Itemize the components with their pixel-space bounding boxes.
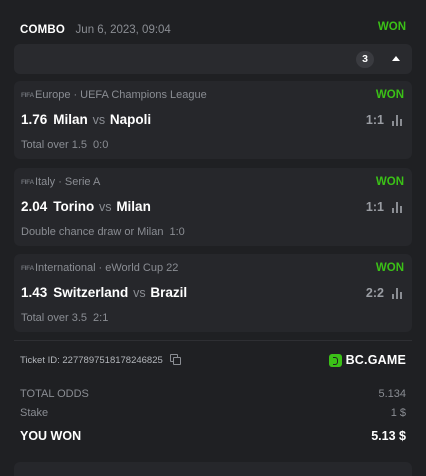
bet-datetime: Jun 6, 2023, 09:04 — [75, 24, 171, 36]
stats-chart-icon[interactable] — [392, 288, 404, 299]
market-result: 1:0 — [169, 226, 185, 238]
stats-chart-icon[interactable] — [392, 202, 404, 213]
brand-mark-icon — [328, 353, 342, 367]
market-label: Total over 1.5 — [21, 139, 88, 151]
fifa-icon: FIFA — [21, 92, 34, 99]
copy-icon[interactable] — [170, 354, 182, 365]
market-result: 2:1 — [93, 312, 109, 324]
payout-value: 5.13 $ — [371, 429, 406, 443]
brand-name: BC.GAME — [345, 353, 406, 367]
selections-count-badge: 3 — [356, 51, 374, 68]
stake-value: 1 $ — [390, 407, 406, 419]
vs-label: vs — [92, 113, 106, 127]
away-team: Milan — [116, 199, 151, 214]
league-label[interactable]: eWorld Cup 22 — [105, 262, 178, 274]
market-selection: Double chance draw or Milan 1:0 — [21, 226, 185, 238]
away-team: Brazil — [150, 285, 188, 300]
stake-label: Stake — [20, 407, 49, 419]
league-path: FIFAInternational · eWorld Cup 22 — [21, 262, 178, 274]
chevron-up-icon[interactable] — [392, 56, 400, 61]
vs-label: vs — [133, 286, 146, 300]
selections-toggle[interactable]: 3 — [14, 44, 412, 74]
stake-row: Stake 1 $ — [20, 407, 406, 423]
brand-logo: BC.GAME — [328, 352, 406, 368]
total-odds-value: 5.134 — [378, 388, 406, 400]
bet-status-badge: WON — [377, 21, 406, 33]
separator-dot: · — [98, 262, 103, 274]
league-path: FIFAItaly · Serie A — [21, 176, 100, 188]
market-label: Total over 3.5 — [21, 312, 88, 324]
region-label[interactable]: International — [35, 262, 96, 274]
region-label[interactable]: Europe — [35, 89, 70, 101]
separator-dot: · — [73, 89, 78, 101]
total-odds-label: TOTAL ODDS — [20, 388, 89, 400]
odds-value: 2.04 — [21, 199, 48, 214]
fifa-icon: FIFA — [21, 179, 34, 186]
bet-item: FIFAEurope · UEFA Champions League WON 1.7… — [14, 81, 412, 159]
region-label[interactable]: Italy — [35, 176, 55, 188]
away-team: Napoli — [109, 112, 152, 127]
match-teams[interactable]: 2.04 Torino vs Milan — [21, 199, 151, 214]
separator-dot: · — [58, 176, 62, 188]
match-score: 2:2 — [365, 286, 384, 300]
match-teams[interactable]: 1.76 Milan vs Napoli — [21, 112, 151, 127]
payout-row: YOU WON 5.13 $ — [20, 429, 406, 445]
league-label[interactable]: Serie A — [65, 176, 100, 188]
bet-type-label: COMBO — [20, 24, 66, 36]
home-team: Torino — [53, 199, 95, 214]
bet-item-status: WON — [375, 262, 404, 274]
home-team: Switzerland — [53, 285, 129, 300]
total-odds-row: TOTAL ODDS 5.134 — [20, 388, 406, 404]
bet-item: FIFAItaly · Serie A WON 2.04 Torino vs Mila… — [14, 168, 412, 246]
ticket-id: Ticket ID: 2277897518178246825 — [20, 354, 182, 366]
market-result: 0:0 — [93, 139, 109, 151]
match-score: 1:1 — [365, 200, 384, 214]
vs-label: vs — [99, 200, 112, 214]
market-selection: Total over 1.5 0:0 — [21, 139, 108, 151]
match-score: 1:1 — [365, 113, 384, 127]
next-card-edge — [14, 462, 412, 476]
bet-item-status: WON — [375, 89, 404, 101]
stats-chart-icon[interactable] — [392, 115, 404, 126]
match-teams[interactable]: 1.43 Switzerland vs Brazil — [21, 285, 187, 300]
bet-item: FIFAInternational · eWorld Cup 22 WON 1.43… — [14, 254, 412, 332]
bet-slip-card: COMBO Jun 6, 2023, 09:04 WON 3 FIFAEurop… — [0, 0, 426, 476]
bet-header: COMBO Jun 6, 2023, 09:04 WON — [20, 20, 406, 38]
odds-value: 1.76 — [21, 112, 48, 127]
ticket-id-label: Ticket ID: 2277897518178246825 — [20, 355, 163, 366]
market-selection: Total over 3.5 2:1 — [21, 312, 108, 324]
league-label[interactable]: UEFA Champions League — [80, 89, 207, 101]
fifa-icon: FIFA — [21, 265, 34, 272]
odds-value: 1.43 — [21, 285, 48, 300]
home-team: Milan — [53, 112, 88, 127]
section-divider — [14, 340, 412, 341]
market-label: Double chance draw or Milan — [21, 226, 164, 238]
payout-label: YOU WON — [20, 429, 82, 443]
league-path: FIFAEurope · UEFA Champions League — [21, 89, 207, 101]
bet-item-status: WON — [375, 176, 404, 188]
